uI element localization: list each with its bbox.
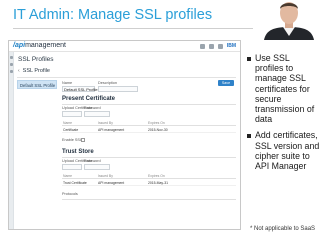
brand-name: management bbox=[25, 42, 66, 49]
title-divider bbox=[13, 28, 253, 29]
profile-editor: Save Name Description Default SSL Profil… bbox=[62, 79, 236, 229]
truststore-password-field[interactable] bbox=[84, 164, 110, 170]
truststore-table-header: Name Issued By Expires On bbox=[62, 173, 236, 179]
api-management-screenshot: /apimanagement IBM SSL Profiles ‹ SSL Pr… bbox=[8, 40, 241, 230]
column-header: Expires On bbox=[148, 174, 165, 178]
section-divider bbox=[62, 199, 236, 200]
bullet-item: Add certificates, SSL version and cipher… bbox=[246, 130, 320, 171]
slide-title: IT Admin: Manage SSL profiles bbox=[13, 7, 213, 23]
navigation-rail bbox=[9, 52, 14, 229]
protocols-label: Protocols bbox=[62, 192, 78, 196]
name-value: Default SSL Profile bbox=[64, 87, 98, 92]
profile-list-item[interactable]: Default SSL Profile bbox=[17, 80, 57, 89]
presenter-photo bbox=[258, 0, 320, 40]
password-field[interactable] bbox=[84, 111, 110, 117]
upload-certificate-field[interactable] bbox=[62, 111, 82, 117]
description-field[interactable] bbox=[98, 86, 138, 92]
description-label: Description bbox=[98, 81, 117, 85]
column-header: Name bbox=[63, 174, 73, 178]
section-title: SSL Profile bbox=[22, 68, 50, 74]
help-icon[interactable] bbox=[208, 43, 214, 49]
present-certificate-heading: Present Certificate bbox=[62, 96, 116, 102]
bullet-item: Use SSL profiles to manage SSL certifica… bbox=[246, 53, 320, 124]
cert-issuer: API management bbox=[98, 128, 125, 132]
bullet-marker bbox=[247, 134, 251, 139]
column-header: Name bbox=[63, 121, 73, 125]
bullet-text: Use SSL profiles to manage SSL certifica… bbox=[255, 53, 315, 125]
trust-cert-expiry: 2015-May-31 bbox=[148, 181, 168, 185]
table-row[interactable]: Trust Certificate API management 2015-Ma… bbox=[62, 180, 236, 186]
vendor-logo: IBM bbox=[226, 43, 236, 49]
gear-icon[interactable] bbox=[199, 43, 205, 49]
certificate-table-header: Name Issued By Expires On bbox=[62, 120, 236, 126]
brand-prefix: /api bbox=[13, 42, 26, 49]
column-header: Issued By bbox=[98, 174, 113, 178]
name-field[interactable]: Default SSL Profile bbox=[62, 86, 98, 92]
nav-home-icon[interactable] bbox=[10, 56, 13, 59]
cert-name: Certificate bbox=[63, 128, 79, 132]
bullet-list: Use SSL profiles to manage SSL certifica… bbox=[246, 53, 320, 177]
header-divider bbox=[17, 77, 236, 78]
user-icon[interactable] bbox=[217, 43, 223, 49]
name-label: Name bbox=[62, 81, 73, 85]
app-header: /apimanagement IBM bbox=[9, 41, 240, 52]
header-tools: IBM bbox=[199, 43, 236, 49]
nav-settings-icon[interactable] bbox=[10, 70, 13, 73]
cert-expiry: 2015-Nov-30 bbox=[148, 128, 168, 132]
section-divider bbox=[62, 157, 236, 158]
password-label: Password bbox=[84, 106, 101, 110]
trust-cert-issuer: API management bbox=[98, 181, 125, 185]
enable-ssl-label: Enable SSL bbox=[62, 138, 83, 142]
column-header: Expires On bbox=[148, 121, 165, 125]
bullet-marker bbox=[247, 57, 251, 61]
table-row[interactable]: Certificate API management 2015-Nov-30 bbox=[62, 127, 236, 133]
upload-truststore-field[interactable] bbox=[62, 164, 82, 170]
footnote: * Not applicable to SaaS bbox=[250, 226, 316, 232]
save-button[interactable]: Save bbox=[218, 80, 234, 86]
trust-cert-name: Trust Certificate bbox=[63, 181, 87, 185]
bullet-text: Add certificates, SSL version and cipher… bbox=[255, 130, 320, 172]
page-title: SSL Profiles bbox=[18, 56, 54, 63]
enable-ssl-checkbox[interactable] bbox=[81, 138, 85, 142]
nav-apis-icon[interactable] bbox=[10, 63, 13, 66]
section-header: ‹ SSL Profile bbox=[18, 68, 50, 74]
password-label: Password bbox=[84, 159, 101, 163]
trust-store-heading: Trust Store bbox=[62, 149, 94, 155]
section-divider bbox=[62, 104, 236, 105]
column-header: Issued By bbox=[98, 121, 113, 125]
chevron-left-icon[interactable]: ‹ bbox=[18, 68, 20, 74]
app-logo: /apimanagement bbox=[13, 42, 66, 49]
